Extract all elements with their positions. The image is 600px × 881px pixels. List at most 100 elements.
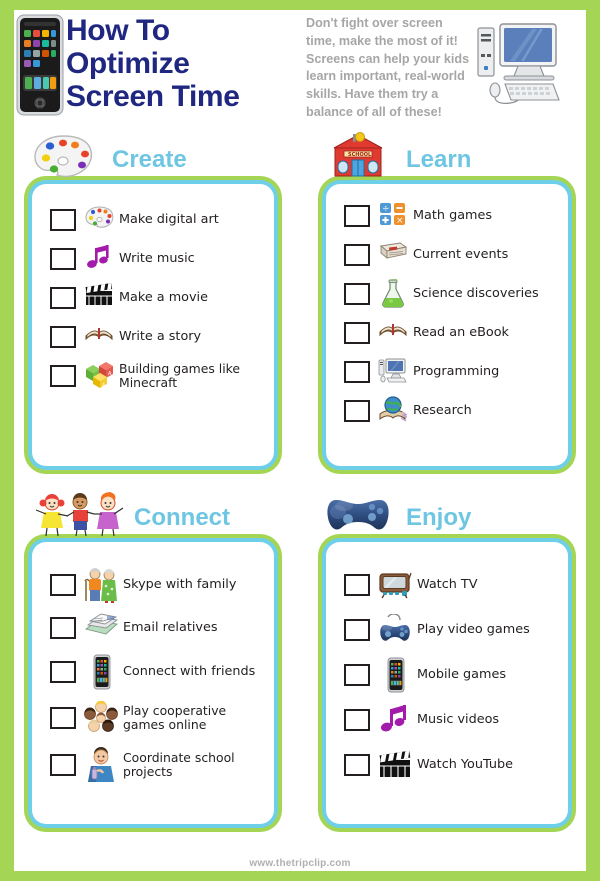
section-connect: Connect Skype with family Email relative…	[14, 490, 292, 842]
checkbox[interactable]	[344, 753, 370, 776]
checkbox[interactable]	[50, 364, 76, 387]
desktop-computer-icon	[378, 357, 408, 387]
checkbox[interactable]	[50, 753, 76, 776]
list-item[interactable]: Coordinate school projects	[50, 741, 266, 788]
list-item-label: Write a story	[119, 328, 202, 344]
checklist-card-create: Make digital art Write music Make a movi…	[24, 176, 282, 474]
list-item[interactable]: Write a story	[50, 317, 266, 356]
list-item[interactable]: Mobile games	[344, 652, 560, 697]
checkbox[interactable]	[50, 286, 76, 309]
children-holding-hands-icon	[30, 490, 130, 538]
list-item[interactable]: Watch YouTube	[344, 742, 560, 787]
list-item-label: Play video games	[417, 621, 530, 637]
title-line-1: How To	[66, 14, 170, 47]
list-item-label: Watch YouTube	[417, 756, 513, 772]
open-book-icon	[378, 318, 408, 348]
checklist-card-enjoy: Watch TV Play video games Mobile games M…	[318, 534, 576, 832]
smartphone-icon	[84, 654, 118, 690]
list-item-label: Play cooperative games online	[123, 702, 227, 732]
list-item-label: Math games	[413, 207, 493, 223]
list-item[interactable]: Make digital art	[50, 200, 266, 239]
grandparents-icon	[84, 567, 118, 603]
list-item-label: Music videos	[417, 711, 500, 727]
group-of-people-icon	[84, 700, 118, 735]
checklist-card-connect: Skype with family Email relatives Connec…	[24, 534, 282, 832]
music-note-icon	[378, 704, 412, 736]
section-title-learn: Learn	[406, 146, 472, 173]
list-item[interactable]: Music videos	[344, 697, 560, 742]
checkbox[interactable]	[344, 360, 370, 383]
list-item[interactable]: ÷ × Math games	[344, 196, 560, 235]
paint-palette-icon	[30, 132, 98, 180]
desktop-computer-icon	[474, 10, 560, 112]
smartphone-icon	[14, 13, 66, 117]
list-item-label: Make a movie	[119, 289, 208, 305]
checkbox[interactable]	[50, 706, 76, 729]
checkbox[interactable]	[344, 243, 370, 266]
checkbox[interactable]	[344, 708, 370, 731]
list-item[interactable]: Watch TV	[344, 562, 560, 607]
list-item[interactable]: Email relatives	[50, 607, 266, 649]
television-icon	[378, 571, 412, 599]
section-header-enjoy: Enjoy	[308, 490, 586, 538]
checklist-card-learn: ÷ × Math games Current events Science di…	[318, 176, 576, 474]
section-title-connect: Connect	[134, 504, 230, 531]
checkbox[interactable]	[50, 573, 76, 596]
flask-icon	[378, 278, 408, 309]
section-header-create: Create	[14, 132, 292, 180]
list-item[interactable]: Write music	[50, 239, 266, 278]
game-controller-icon	[378, 613, 412, 646]
math-symbols-icon: ÷ ×	[378, 201, 408, 231]
checkbox[interactable]	[344, 204, 370, 227]
list-item[interactable]: Skype with family	[50, 562, 266, 607]
list-item[interactable]: Play video games	[344, 607, 560, 652]
title-line-3: Screen Time	[66, 80, 240, 113]
section-title-enjoy: Enjoy	[406, 504, 472, 531]
svg-text:SCHOOL: SCHOOL	[348, 152, 372, 158]
list-item[interactable]: Make a movie	[50, 278, 266, 317]
list-item[interactable]: Current events	[344, 235, 560, 274]
checkbox[interactable]	[344, 663, 370, 686]
section-enjoy: Enjoy Watch TV Play video games Mobile g…	[308, 490, 586, 842]
newspaper-icon	[378, 240, 408, 270]
checkbox[interactable]	[344, 321, 370, 344]
footer-url[interactable]: www.thetripclip.com	[14, 858, 586, 869]
section-header-connect: Connect	[14, 490, 292, 538]
activity-grid: Create Make digital art Write music Make…	[14, 132, 586, 842]
paint-palette-icon	[84, 205, 114, 235]
checkbox[interactable]	[344, 282, 370, 305]
list-item-label: Building games like Minecraft	[119, 360, 240, 390]
list-item-label: Programming	[413, 363, 500, 379]
intro-blurb: Don't fight over screen time, make the m…	[306, 16, 470, 119]
checkbox[interactable]	[50, 247, 76, 270]
list-item[interactable]: Programming	[344, 352, 560, 391]
list-item-label: Watch TV	[417, 576, 478, 592]
list-item[interactable]: Connect with friends	[50, 649, 266, 694]
schoolhouse-icon: SCHOOL	[324, 132, 392, 180]
printable-sheet: How To Optimize Screen Time Don't fight …	[14, 10, 586, 871]
person-phone-icon	[84, 746, 118, 783]
page-title: How To Optimize Screen Time	[66, 10, 298, 113]
list-item[interactable]: Science discoveries	[344, 274, 560, 313]
list-item-label: Coordinate school projects	[123, 749, 235, 779]
page-border: How To Optimize Screen Time Don't fight …	[0, 0, 600, 881]
list-item[interactable]: Play cooperative games online	[50, 694, 266, 741]
list-item-label: Skype with family	[123, 576, 237, 592]
open-book-icon	[84, 322, 114, 352]
checkbox[interactable]	[344, 573, 370, 596]
list-item[interactable]: Research	[344, 391, 560, 430]
checkbox[interactable]	[50, 325, 76, 348]
svg-text:A: A	[102, 383, 106, 389]
list-item[interactable]: A A Building games like Minecraft	[50, 356, 266, 395]
checkbox[interactable]	[50, 617, 76, 639]
title-line-2: Optimize	[66, 47, 190, 80]
checkbox[interactable]	[50, 208, 76, 231]
game-controller-icon	[324, 490, 392, 538]
checkbox[interactable]	[344, 399, 370, 422]
list-item-label: Write music	[119, 250, 195, 266]
section-title-create: Create	[112, 146, 187, 173]
list-item[interactable]: Read an eBook	[344, 313, 560, 352]
checkbox[interactable]	[344, 618, 370, 641]
checkbox[interactable]	[50, 660, 76, 683]
list-item-label: Research	[413, 402, 472, 418]
